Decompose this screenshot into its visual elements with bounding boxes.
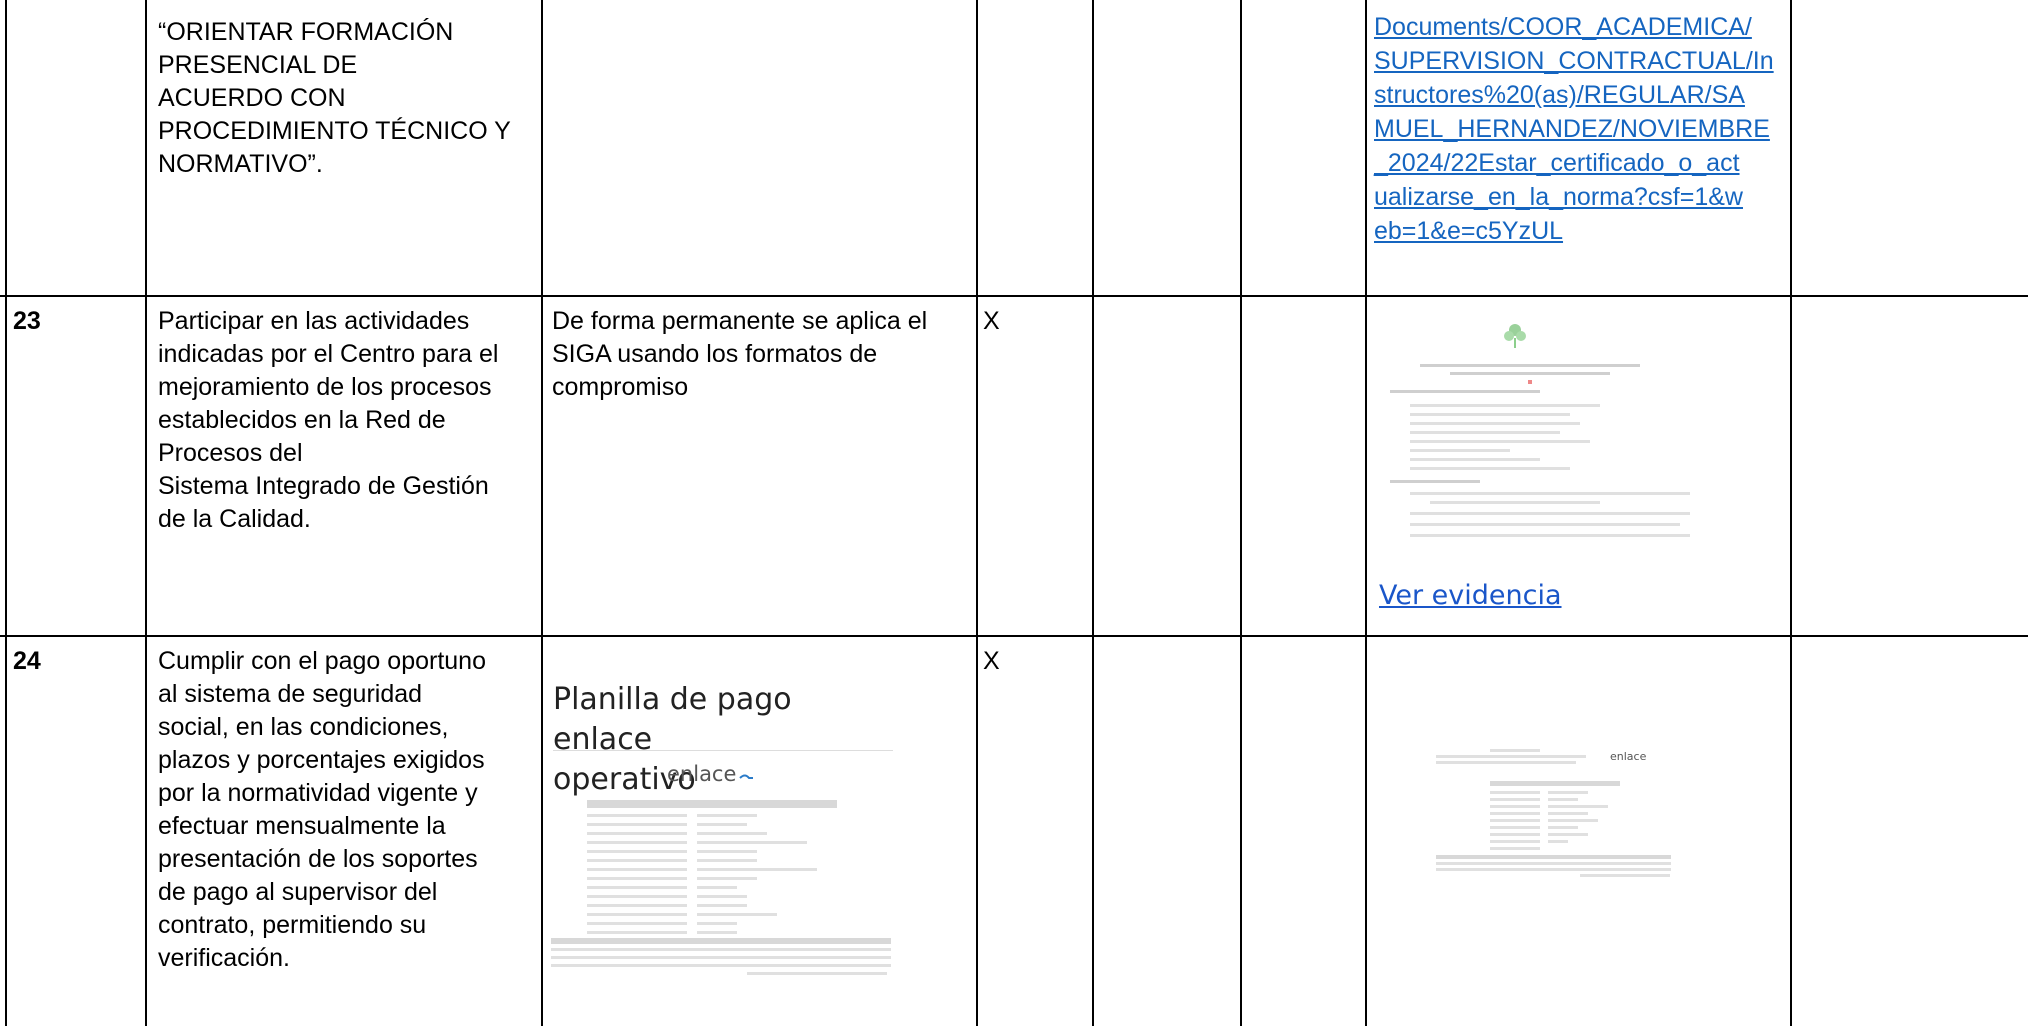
- activity-description: De forma permanente se aplica el SIGA us…: [552, 307, 928, 401]
- col-border: [541, 0, 543, 1026]
- col-border: [976, 0, 978, 1026]
- col-border: [1240, 0, 1242, 1026]
- payment-receipt-image: Planilla de pago enlace operativo enlace: [547, 676, 899, 981]
- obligation-text: “ORIENTAR FORMACIÓN PRESENCIAL DE ACUERD…: [158, 18, 511, 178]
- col-border: [5, 0, 7, 1026]
- evidence-url-link[interactable]: Documents/COOR_ACADEMICA/ SUPERVISION_CO…: [1374, 10, 1784, 248]
- document-thumbnail: [1380, 300, 1700, 555]
- obligation-text: Cumplir con el pago oportuno al sistema …: [158, 647, 486, 972]
- arrow-logo-icon: [739, 774, 753, 779]
- col-border: [1365, 0, 1367, 1026]
- leaf-logo-icon: [1504, 324, 1526, 348]
- row-number: 24: [13, 647, 41, 675]
- compliance-mark: X: [983, 647, 1000, 675]
- col-border: [1790, 0, 1792, 1026]
- row-number: 23: [13, 307, 41, 335]
- brand-logo: enlace: [1610, 750, 1647, 763]
- compliance-mark: X: [983, 307, 1000, 335]
- view-evidence-link[interactable]: Ver evidencia: [1379, 580, 1562, 611]
- row-border: [0, 635, 2028, 637]
- col-border: [145, 0, 147, 1026]
- obligation-text: Participar en las actividades indicadas …: [158, 307, 499, 533]
- payment-receipt-thumbnail: enlace: [1430, 745, 1675, 880]
- col-border: [1092, 0, 1094, 1026]
- row-border: [0, 295, 2028, 297]
- brand-logo: enlace: [667, 762, 737, 786]
